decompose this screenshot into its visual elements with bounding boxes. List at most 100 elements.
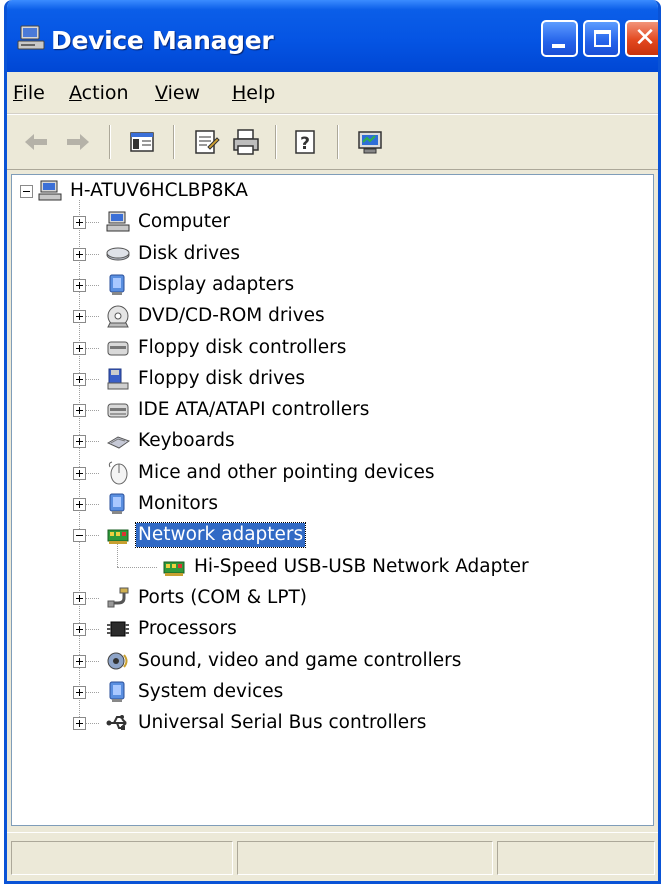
toolbar-separator xyxy=(337,125,339,159)
show-hide-console-tree-icon[interactable] xyxy=(125,125,159,159)
computer-icon xyxy=(38,180,62,201)
tree-connector xyxy=(85,378,99,380)
tree-category-node[interactable]: IDE ATA/ATAPI controllers xyxy=(106,395,371,425)
minimize-button[interactable] xyxy=(541,20,578,57)
tree-connector xyxy=(85,535,99,537)
expand-toggle[interactable] xyxy=(73,310,86,324)
title-bar[interactable]: Device Manager ✕ xyxy=(7,0,658,82)
usb-icon xyxy=(106,715,127,731)
tree-connector xyxy=(85,253,99,255)
menu-view[interactable]: View xyxy=(153,80,202,106)
tree-category-node[interactable]: Universal Serial Bus controllers xyxy=(106,708,428,738)
tree-connector xyxy=(85,347,99,349)
tree-connector xyxy=(85,410,99,412)
tree-node-label: Sound, video and game controllers xyxy=(138,649,462,671)
tree-category-node[interactable]: Computer xyxy=(106,207,232,237)
expand-toggle[interactable] xyxy=(73,685,86,699)
tree-connector xyxy=(85,316,99,318)
processor-icon xyxy=(107,621,129,637)
forward-arrow-icon[interactable] xyxy=(61,125,95,159)
expand-toggle[interactable] xyxy=(73,717,86,731)
tree-connector xyxy=(117,566,157,568)
menu-help[interactable]: Help xyxy=(230,80,277,106)
device-tree-panel[interactable]: H-ATUV6HCLBP8KA Computer Disk drives Displa… xyxy=(11,174,654,826)
monitor-icon xyxy=(109,493,125,514)
tree-connector xyxy=(85,222,99,224)
expand-toggle[interactable] xyxy=(73,247,86,261)
tree-node-label: Computer xyxy=(138,211,230,233)
expand-toggle[interactable] xyxy=(73,498,86,511)
expand-toggle[interactable] xyxy=(73,278,86,292)
expand-toggle[interactable] xyxy=(73,404,86,418)
tree-category-node[interactable]: DVD/CD-ROM drives xyxy=(106,301,327,331)
tree-category-node[interactable]: Network adapters xyxy=(106,520,307,550)
tree-category-node[interactable]: Sound, video and game controllers xyxy=(106,646,463,676)
tree-node-label: Hi-Speed USB-USB Network Adapter xyxy=(194,555,529,577)
menu-file[interactable]: File xyxy=(11,80,47,106)
floppy-controller-icon xyxy=(107,341,129,355)
tree-node-label: Mice and other pointing devices xyxy=(138,461,435,483)
device-manager-window: Device Manager ✕ File Action View Help ?… xyxy=(4,0,661,884)
tree-category-node[interactable]: Floppy disk drives xyxy=(106,364,307,394)
tree-connector xyxy=(85,472,99,474)
tree-category-node[interactable]: Display adapters xyxy=(106,270,296,300)
status-pane-1 xyxy=(11,841,233,875)
tree-category-node[interactable]: Keyboards xyxy=(106,426,237,456)
scan-hardware-icon[interactable] xyxy=(353,125,387,159)
cdrom-icon xyxy=(107,305,129,328)
tree-category-node[interactable]: Mice and other pointing devices xyxy=(106,458,436,488)
tree-device-node[interactable]: Hi-Speed USB-USB Network Adapter xyxy=(162,552,531,582)
expand-toggle[interactable] xyxy=(73,623,86,637)
menu-action[interactable]: Action xyxy=(67,80,131,106)
status-bar xyxy=(7,832,658,881)
port-icon xyxy=(107,587,129,608)
tree-connector xyxy=(85,284,99,286)
sound-icon xyxy=(107,652,128,669)
collapse-toggle[interactable] xyxy=(20,185,33,198)
toolbar-separator xyxy=(109,125,111,159)
system-device-icon xyxy=(109,681,125,702)
tree-connector xyxy=(117,544,118,567)
tree-category-node[interactable]: Ports (COM & LPT) xyxy=(106,583,309,613)
tree-category-node[interactable]: Monitors xyxy=(106,489,220,519)
close-button[interactable]: ✕ xyxy=(625,20,658,57)
toolbar-separator xyxy=(173,125,175,159)
tree-root-node[interactable]: H-ATUV6HCLBP8KA xyxy=(38,176,250,206)
network-adapter-icon xyxy=(107,529,129,545)
expand-toggle[interactable] xyxy=(73,654,86,668)
tree-node-label: Monitors xyxy=(138,493,218,514)
floppy-drive-icon xyxy=(107,368,129,390)
expand-toggle[interactable] xyxy=(73,435,86,449)
status-pane-3 xyxy=(497,841,655,875)
tree-node-label: System devices xyxy=(138,680,284,702)
print-icon[interactable] xyxy=(229,125,263,159)
tree-connector xyxy=(85,629,99,631)
tree-connector xyxy=(85,441,99,443)
expand-toggle[interactable] xyxy=(73,216,86,230)
expand-toggle[interactable] xyxy=(73,372,86,386)
properties-icon[interactable] xyxy=(189,125,223,159)
tree-connector xyxy=(85,504,99,505)
back-arrow-icon[interactable] xyxy=(19,125,53,159)
tree-category-node[interactable]: Processors xyxy=(106,614,239,644)
expand-toggle[interactable] xyxy=(73,591,86,605)
device-tree: H-ATUV6HCLBP8KA Computer Disk drives Displa… xyxy=(12,175,653,825)
tree-category-node[interactable]: Disk drives xyxy=(106,239,242,269)
expand-toggle[interactable] xyxy=(73,466,86,480)
network-adapter-icon xyxy=(163,561,185,576)
collapse-toggle[interactable] xyxy=(73,529,86,543)
ide-controller-icon xyxy=(107,403,129,418)
close-icon: ✕ xyxy=(634,23,656,53)
tree-connector xyxy=(85,723,99,725)
tree-connector xyxy=(85,597,99,599)
tree-node-label: Processors xyxy=(138,618,237,640)
device-manager-icon xyxy=(17,25,45,50)
tree-category-node[interactable]: Floppy disk controllers xyxy=(106,333,348,363)
maximize-button[interactable] xyxy=(583,20,620,57)
tree-category-node[interactable]: System devices xyxy=(106,677,285,707)
help-icon[interactable]: ? xyxy=(289,125,323,159)
tree-node-label: Universal Serial Bus controllers xyxy=(138,712,427,734)
expand-toggle[interactable] xyxy=(73,341,86,355)
tree-connector xyxy=(85,691,99,693)
tree-node-label: Display adapters xyxy=(138,273,295,295)
